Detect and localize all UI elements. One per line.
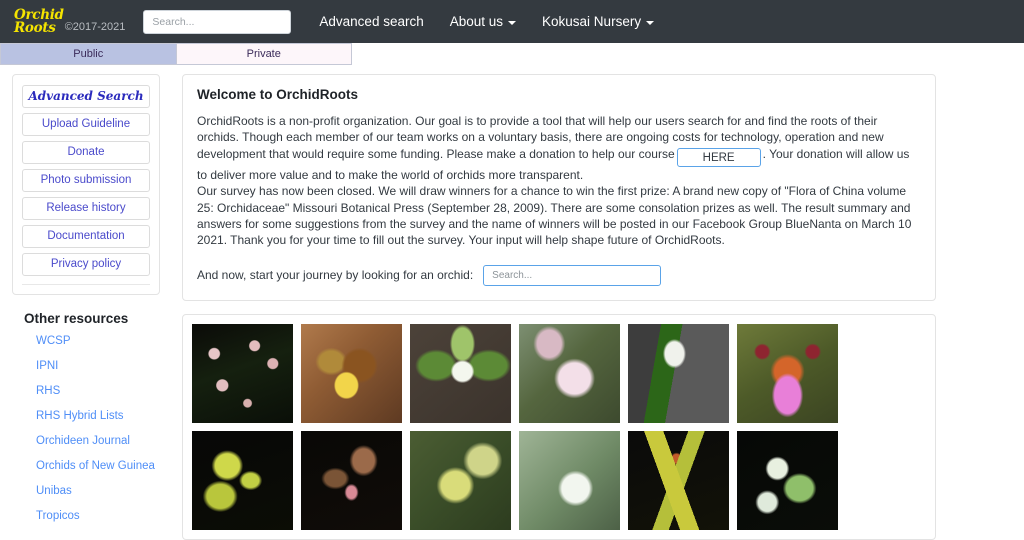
thumbnail-white-bud-green-stem[interactable]	[628, 323, 729, 423]
resource-link-rhs-hybrid-lists[interactable]: RHS Hybrid Lists	[36, 410, 160, 422]
orchid-search-input[interactable]	[483, 264, 662, 286]
donate-here-button[interactable]: HERE	[676, 147, 761, 167]
top-navbar: Orchid Roots ©2017-2021 Advanced search …	[0, 0, 1024, 43]
resource-link-orchideen-journal[interactable]: Orchideen Journal	[36, 435, 160, 447]
resource-link-ipni[interactable]: IPNI	[36, 360, 160, 372]
thumbnail-pink-cluster-dark[interactable]	[192, 323, 293, 423]
photo-gallery-card	[182, 313, 936, 540]
thumbnail-green-white-habenaria[interactable]	[410, 323, 511, 423]
tab-label: Private	[246, 48, 281, 60]
nav-link-about-us[interactable]: About us	[449, 14, 517, 29]
journey-label: And now, start your journey by looking f…	[197, 268, 474, 283]
brand-line-2: Roots	[14, 19, 56, 36]
page-title: Welcome to OrchidRoots	[197, 87, 359, 102]
thumbnail-green-white-twin[interactable]	[737, 430, 838, 530]
nav-link-kokusai-nursery[interactable]: Kokusai Nursery	[542, 14, 655, 29]
survey-paragraph: Our survey has now been closed. We will …	[197, 184, 912, 248]
tab-private[interactable]: Private	[176, 43, 352, 65]
thumbnail-orange-magenta-spider[interactable]	[737, 323, 838, 423]
resource-link-tropicos[interactable]: Tropicos	[36, 510, 160, 522]
thumbnail-brown-yellow-oncidium[interactable]	[301, 323, 402, 423]
nav-link-label: Advanced search	[319, 14, 424, 29]
thumbnail-yellow-spike-grass[interactable]	[410, 430, 511, 530]
sidebar: Advanced Search Upload Guideline Donate …	[0, 74, 168, 540]
thumbnail-white-green-bloom[interactable]	[519, 430, 620, 530]
thumbnail-yellow-green-cluster[interactable]	[192, 430, 293, 530]
nav-link-label: Kokusai Nursery	[542, 14, 642, 29]
gallery-row	[192, 430, 935, 530]
thumbnail-brown-pink-pendant[interactable]	[301, 430, 402, 530]
chevron-down-icon	[646, 20, 655, 25]
brand-logo: Orchid Roots	[14, 8, 64, 36]
resource-link-rhs[interactable]: RHS	[36, 385, 160, 397]
main-content: Welcome to OrchidRoots OrchidRoots is a …	[168, 74, 1024, 540]
sidebar-divider	[22, 284, 150, 285]
sidebar-item-photo-submission[interactable]: Photo submission	[22, 169, 150, 192]
search-input[interactable]	[143, 9, 292, 34]
sidebar-item-privacy-policy[interactable]: Privacy policy	[22, 253, 150, 276]
tab-public[interactable]: Public	[0, 43, 177, 65]
page-body: Advanced Search Upload Guideline Donate …	[0, 65, 1024, 540]
sidebar-button-card: Advanced Search Upload Guideline Donate …	[12, 74, 160, 295]
other-resources-heading: Other resources	[24, 311, 129, 326]
nav-links: Advanced search About us Kokusai Nursery	[319, 14, 655, 29]
sidebar-item-documentation[interactable]: Documentation	[22, 225, 150, 248]
resource-link-unibas[interactable]: Unibas	[36, 485, 160, 497]
thumbnail-yellow-leaf-dark[interactable]	[628, 430, 729, 530]
journey-row: And now, start your journey by looking f…	[197, 264, 919, 286]
chevron-down-icon	[508, 20, 517, 25]
intro-paragraph: OrchidRoots is a non-profit organization…	[197, 113, 919, 183]
tab-label: Public	[73, 48, 104, 60]
gallery-row	[192, 323, 935, 423]
welcome-card: Welcome to OrchidRoots OrchidRoots is a …	[182, 74, 936, 301]
visibility-tabbar: Public Private	[0, 43, 352, 65]
nav-link-advanced-search[interactable]: Advanced search	[319, 14, 423, 29]
resource-link-wcsp[interactable]: WCSP	[36, 335, 160, 347]
brand-logo-link[interactable]: Orchid Roots ©2017-2021	[14, 8, 126, 36]
resource-link-orchids-of-new-guinea[interactable]: Orchids of New Guinea	[36, 460, 160, 472]
nav-link-label: About us	[449, 14, 504, 29]
copyright-text: ©2017-2021	[64, 20, 126, 33]
sidebar-item-advanced-search[interactable]: Advanced Search	[22, 85, 150, 108]
sidebar-item-upload-guideline[interactable]: Upload Guideline	[22, 113, 150, 136]
thumbnail-pink-striped-star[interactable]	[519, 323, 620, 423]
sidebar-item-release-history[interactable]: Release history	[22, 197, 150, 220]
sidebar-item-donate[interactable]: Donate	[22, 141, 150, 164]
